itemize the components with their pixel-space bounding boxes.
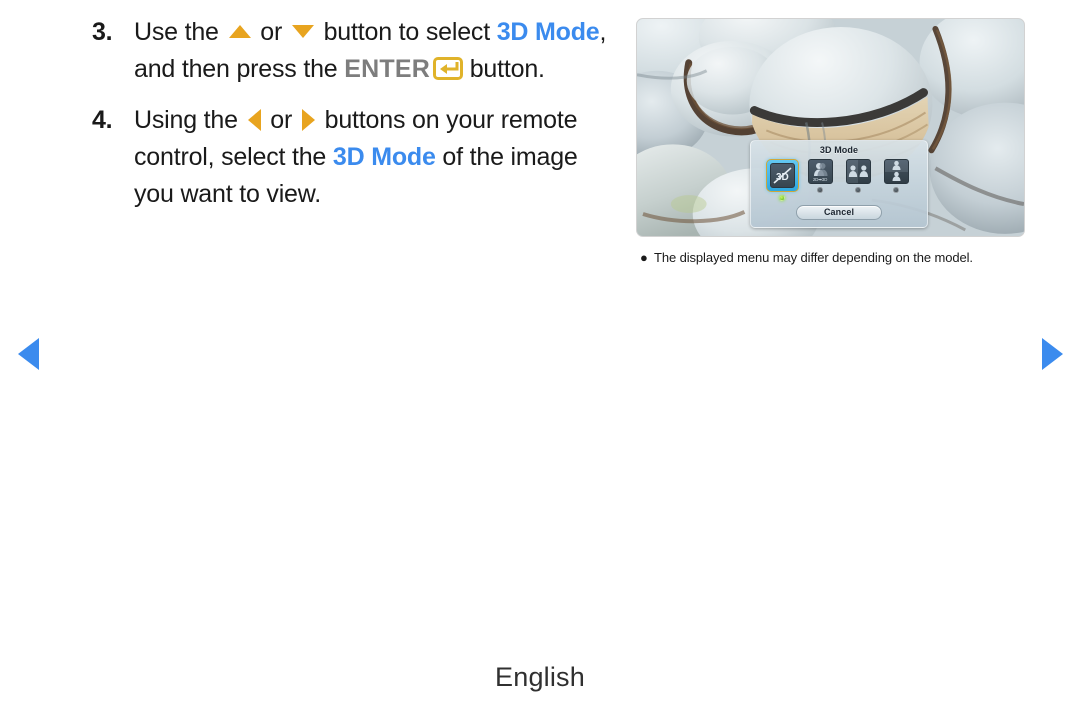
osd-mode-2d-to-3d-holder: 2D➡3D (807, 159, 833, 184)
osd-led-top-bottom (893, 187, 899, 193)
next-page-arrow[interactable] (1042, 338, 1063, 370)
triangle-down-icon (291, 24, 314, 38)
osd-mode-2d-to-3d[interactable]: 2D➡3D (805, 159, 836, 201)
side-by-side-icon (845, 159, 871, 184)
footer-language-label: English (495, 662, 585, 692)
step-3-tail: button. (462, 55, 545, 83)
tv-screen-figure: 3D Mode 3D 2D➡3D Cancel (636, 18, 1025, 237)
enter-key-icon (432, 56, 463, 80)
note-bullet-icon: ● (640, 250, 648, 265)
2d-to-3d-icon: 2D➡3D (807, 159, 833, 184)
osd-mode-list: 3D 2D➡3D (751, 159, 927, 201)
step-3-keyword: 3D Mode (496, 18, 600, 46)
osd-mode-side-by-side-holder (845, 159, 871, 184)
triangle-up-icon (228, 24, 251, 38)
osd-mode-top-bottom[interactable] (881, 159, 912, 201)
osd-cancel-row: Cancel (751, 205, 927, 220)
step-3: 3. Use the or button to select 3D Mode, … (92, 14, 612, 88)
osd-mode-off-holder: 3D (765, 159, 799, 192)
previous-page-arrow[interactable] (18, 338, 39, 370)
step-3-lead: Use the (134, 18, 226, 46)
osd-mode-off[interactable]: 3D (765, 159, 799, 201)
note-text: The displayed menu may differ depending … (654, 250, 973, 265)
top-bottom-icon (883, 159, 909, 184)
step-3-mid: button to select (316, 18, 497, 46)
instruction-list: 3. Use the or button to select 3D Mode, … (92, 14, 612, 227)
osd-mode-top-bottom-holder (883, 159, 909, 184)
triangle-right-icon (301, 109, 315, 132)
step-4-or: or (263, 106, 299, 134)
osd-led-2d-to-3d (817, 187, 823, 193)
step-3-number: 3. (92, 18, 113, 46)
manual-page: 3. Use the or button to select 3D Mode, … (0, 0, 1080, 705)
triangle-left-icon (247, 109, 261, 132)
osd-title: 3D Mode (819, 145, 859, 155)
figure-note: ● The displayed menu may differ dependin… (638, 248, 1028, 268)
step-3-text: Use the or button to select 3D Mode, and… (134, 14, 612, 88)
step-4-lead: Using the (134, 106, 245, 134)
step-4-number: 4. (92, 106, 113, 134)
osd-3d-mode-dialog: 3D Mode 3D 2D➡3D Cancel (750, 140, 928, 228)
osd-mode-2d-to-3d-label: 2D➡3D (812, 177, 828, 182)
3d-off-icon: 3D (769, 163, 795, 188)
step-4: 4. Using the or buttons on your remote c… (92, 102, 612, 213)
step-3-or: or (253, 18, 289, 46)
osd-cancel-button[interactable]: Cancel (796, 205, 882, 220)
step-4-text: Using the or buttons on your remote cont… (134, 102, 612, 213)
osd-mode-side-by-side[interactable] (843, 159, 874, 201)
osd-led-off (779, 195, 785, 201)
enter-label: ENTER (344, 55, 430, 83)
osd-led-side-by-side (855, 187, 861, 193)
step-4-keyword: 3D Mode (332, 143, 436, 171)
pebbles-photo: 3D Mode 3D 2D➡3D Cancel (636, 18, 1025, 237)
svg-text:3D: 3D (776, 172, 789, 183)
